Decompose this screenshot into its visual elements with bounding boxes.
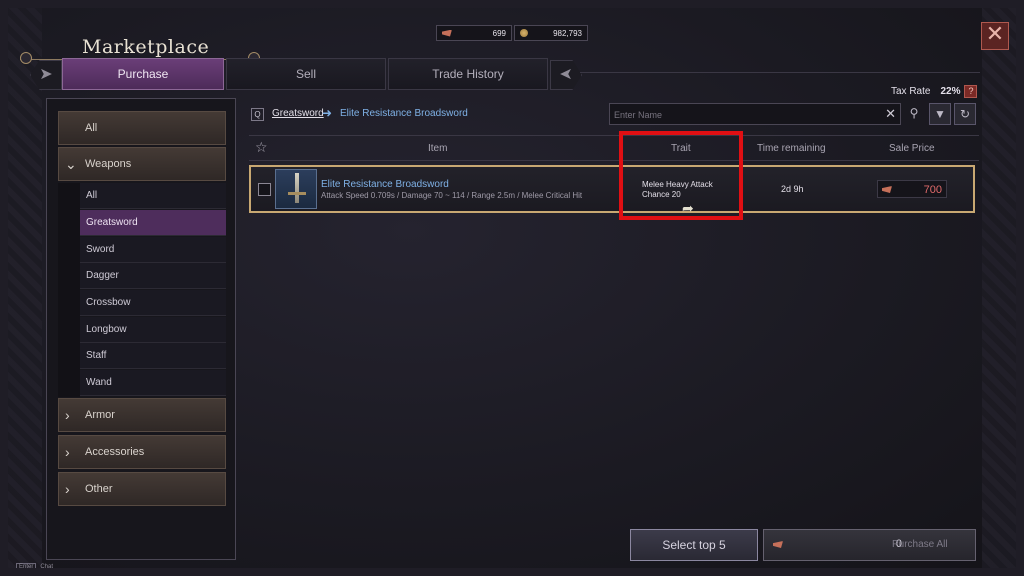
tab-next-arrow-icon[interactable]: ➤ (550, 60, 582, 90)
search-icon[interactable]: ⚲ (903, 103, 925, 125)
table-row[interactable]: Elite Resistance Broadsword Attack Speed… (249, 165, 975, 213)
tax-label: Tax Rate (891, 86, 931, 97)
arrow-right-icon: ➜ (322, 106, 333, 120)
subcategory-sword[interactable]: Sword (80, 237, 226, 263)
breadcrumb-current: Elite Resistance Broadsword (340, 108, 468, 119)
category-armor-label: Armor (85, 409, 115, 421)
refresh-icon[interactable]: ↻ (954, 103, 976, 125)
left-frame-decoration (0, 0, 42, 576)
price-value: 700 (923, 184, 942, 196)
right-frame-decoration (982, 0, 1024, 576)
silver-amount: 982,793 (553, 28, 582, 38)
subcategory-dagger[interactable]: Dagger (80, 263, 226, 289)
category-other-label: Other (85, 483, 113, 495)
row-checkbox[interactable] (258, 183, 271, 196)
subcategory-longbow[interactable]: Longbow (80, 317, 226, 343)
search-box: ✕ (609, 103, 901, 125)
category-sidebar: All ⌄ Weapons All Greatsword Sword Dagge… (46, 98, 236, 560)
trait-highlight-box (619, 131, 743, 220)
select-top-5-button[interactable]: Select top 5 (630, 529, 758, 561)
tab-trade-history[interactable]: Trade History (388, 58, 548, 90)
purchase-total: 0 (895, 538, 902, 550)
subcategory-all[interactable]: All (80, 183, 226, 209)
purchase-all-button[interactable]: 0 Purchase All (763, 529, 976, 561)
window-title: Marketplace (82, 36, 210, 58)
title-plate: Marketplace (20, 14, 260, 64)
tab-bar: Purchase Sell Trade History (62, 58, 548, 90)
lucent-icon (882, 186, 892, 193)
header-item: Item (428, 143, 448, 154)
subcategory-indent (58, 183, 80, 397)
help-icon[interactable]: ? (964, 85, 978, 98)
lucent-balance: 699 (436, 25, 512, 41)
breadcrumb-parent[interactable]: Greatsword (272, 108, 324, 119)
item-stats: Attack Speed 0.709s / Damage 70 ~ 114 / … (321, 191, 583, 200)
tab-sell[interactable]: Sell (226, 58, 386, 90)
category-weapons[interactable]: ⌄ Weapons (58, 147, 226, 181)
chevron-right-icon: › (65, 481, 70, 497)
tab-purchase[interactable]: Purchase (62, 58, 224, 90)
silver-balance: 982,793 (514, 25, 588, 41)
category-weapons-label: Weapons (85, 158, 132, 170)
category-armor[interactable]: › Armor (58, 398, 226, 432)
lucent-icon (773, 541, 783, 548)
chevron-down-icon: ⌄ (65, 156, 77, 172)
category-accessories-label: Accessories (85, 446, 145, 458)
search-input[interactable] (614, 107, 874, 122)
subcategory-crossbow[interactable]: Crossbow (80, 290, 226, 316)
category-all[interactable]: All (58, 111, 226, 145)
sale-price: 700 (877, 180, 947, 198)
table-header: ☆ Item Trait Time remaining Sale Price (249, 135, 979, 161)
subcategory-staff[interactable]: Staff (80, 343, 226, 369)
time-remaining: 2d 9h (781, 184, 804, 194)
close-icon: ✕ (985, 22, 1005, 47)
mouse-cursor-icon: ➦ (682, 200, 694, 216)
tab-divider (580, 72, 980, 73)
tax-value: 22% (940, 86, 961, 97)
chat-label: Chat (40, 564, 54, 570)
clear-icon[interactable]: ✕ (885, 106, 896, 122)
subcategory-greatsword[interactable]: Greatsword (80, 210, 226, 236)
category-other[interactable]: › Other (58, 472, 226, 506)
subcategory-wand[interactable]: Wand (80, 370, 226, 396)
lucent-icon (442, 29, 452, 37)
chevron-right-icon: › (65, 444, 70, 460)
enter-key-icon: Enter (16, 563, 37, 571)
broadsword-icon (275, 169, 317, 209)
category-accessories[interactable]: › Accessories (58, 435, 226, 469)
star-icon[interactable]: ☆ (255, 139, 268, 156)
header-sale-price: Sale Price (889, 143, 935, 154)
silver-coin-icon (520, 29, 528, 37)
lucent-amount: 699 (492, 28, 506, 38)
q-key-icon: Q (251, 108, 264, 121)
tax-rate: Tax Rate 22% ? (891, 85, 978, 98)
close-button[interactable]: ✕ (981, 22, 1009, 50)
chat-hint: Enter Chat (16, 563, 53, 571)
filter-icon[interactable]: ▼ (929, 103, 951, 125)
purchase-all-label: Purchase All (892, 539, 948, 550)
header-time-remaining: Time remaining (757, 143, 826, 154)
chevron-right-icon: › (65, 407, 70, 423)
item-name: Elite Resistance Broadsword (321, 179, 449, 190)
